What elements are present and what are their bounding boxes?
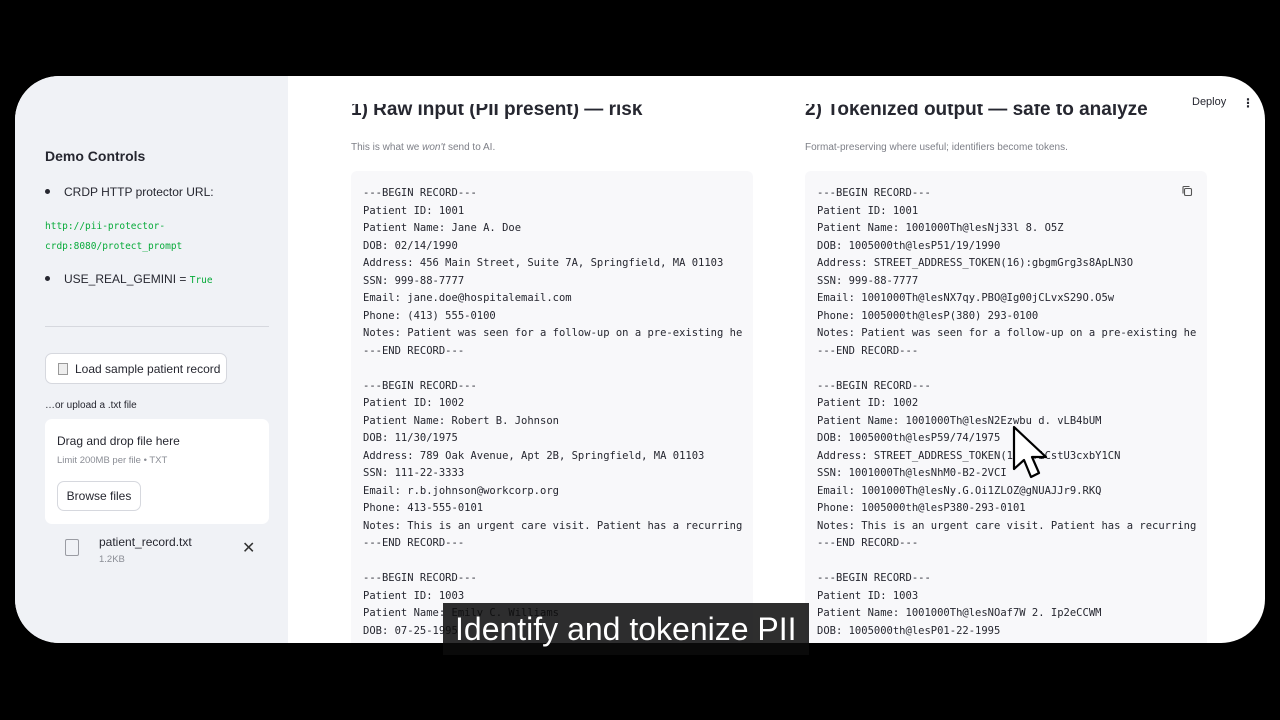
load-sample-button[interactable]: Load sample patient record — [45, 353, 227, 384]
bullet-icon — [45, 276, 50, 282]
gemini-flag-value: True — [189, 275, 213, 286]
load-sample-label: Load sample patient record — [75, 361, 221, 376]
gemini-flag-label: USE_REAL_GEMINI = — [64, 272, 190, 286]
file-dropzone[interactable]: Drag and drop file here Limit 200MB per … — [45, 419, 269, 524]
uploaded-file: patient_record.txt 1.2KB ✕ — [45, 534, 269, 568]
sidebar: Demo Controls CRDP HTTP protector URL: h… — [15, 76, 288, 643]
tokenized-output-code-block: ---BEGIN RECORD--- Patient ID: 1001 Pati… — [805, 171, 1207, 643]
protector-url-item: CRDP HTTP protector URL: — [45, 185, 214, 199]
protector-url-label: CRDP HTTP protector URL: — [64, 185, 214, 199]
sidebar-divider — [45, 326, 269, 327]
protector-url-value: http://pii-protector- crdp:8080/protect_… — [45, 217, 182, 257]
tokenized-output-caption: Format-preserving where useful; identifi… — [805, 142, 1068, 153]
gemini-flag-item: USE_REAL_GEMINI = True — [45, 272, 213, 286]
video-subtitle: Identify and tokenize PII — [443, 603, 809, 655]
dropzone-title: Drag and drop file here — [57, 434, 180, 448]
raw-input-heading: 1) Raw input (PII present) — risk — [351, 104, 643, 120]
document-icon — [58, 362, 68, 375]
tokenized-output-text: ---BEGIN RECORD--- Patient ID: 1001 Pati… — [817, 187, 1197, 637]
uploaded-file-size: 1.2KB — [99, 554, 125, 565]
protector-url-line1: http://pii-protector- — [45, 221, 166, 232]
uploaded-file-name: patient_record.txt — [99, 535, 192, 549]
raw-input-text: ---BEGIN RECORD--- Patient ID: 1001 Pati… — [363, 187, 743, 637]
bullet-icon — [45, 189, 50, 195]
raw-input-caption: This is what we won't send to AI. — [351, 142, 496, 153]
file-icon — [65, 539, 79, 556]
copy-icon[interactable] — [1181, 185, 1193, 197]
sidebar-title: Demo Controls — [45, 148, 146, 164]
dropzone-limit: Limit 200MB per file • TXT — [57, 455, 168, 466]
remove-file-icon[interactable]: ✕ — [242, 538, 255, 558]
raw-input-code-block: ---BEGIN RECORD--- Patient ID: 1001 Pati… — [351, 171, 753, 643]
tokenized-output-heading: 2) Tokenized output — safe to analyze — [805, 104, 1148, 120]
protector-url-line2: crdp:8080/protect_prompt — [45, 241, 183, 252]
upload-label: …or upload a .txt file — [45, 400, 137, 411]
mouse-pointer-icon — [1012, 425, 1048, 479]
browse-files-button[interactable]: Browse files — [57, 481, 141, 511]
app-window: Demo Controls CRDP HTTP protector URL: h… — [15, 76, 1265, 643]
main-menu-icon[interactable]: ⋮ — [1242, 96, 1254, 110]
